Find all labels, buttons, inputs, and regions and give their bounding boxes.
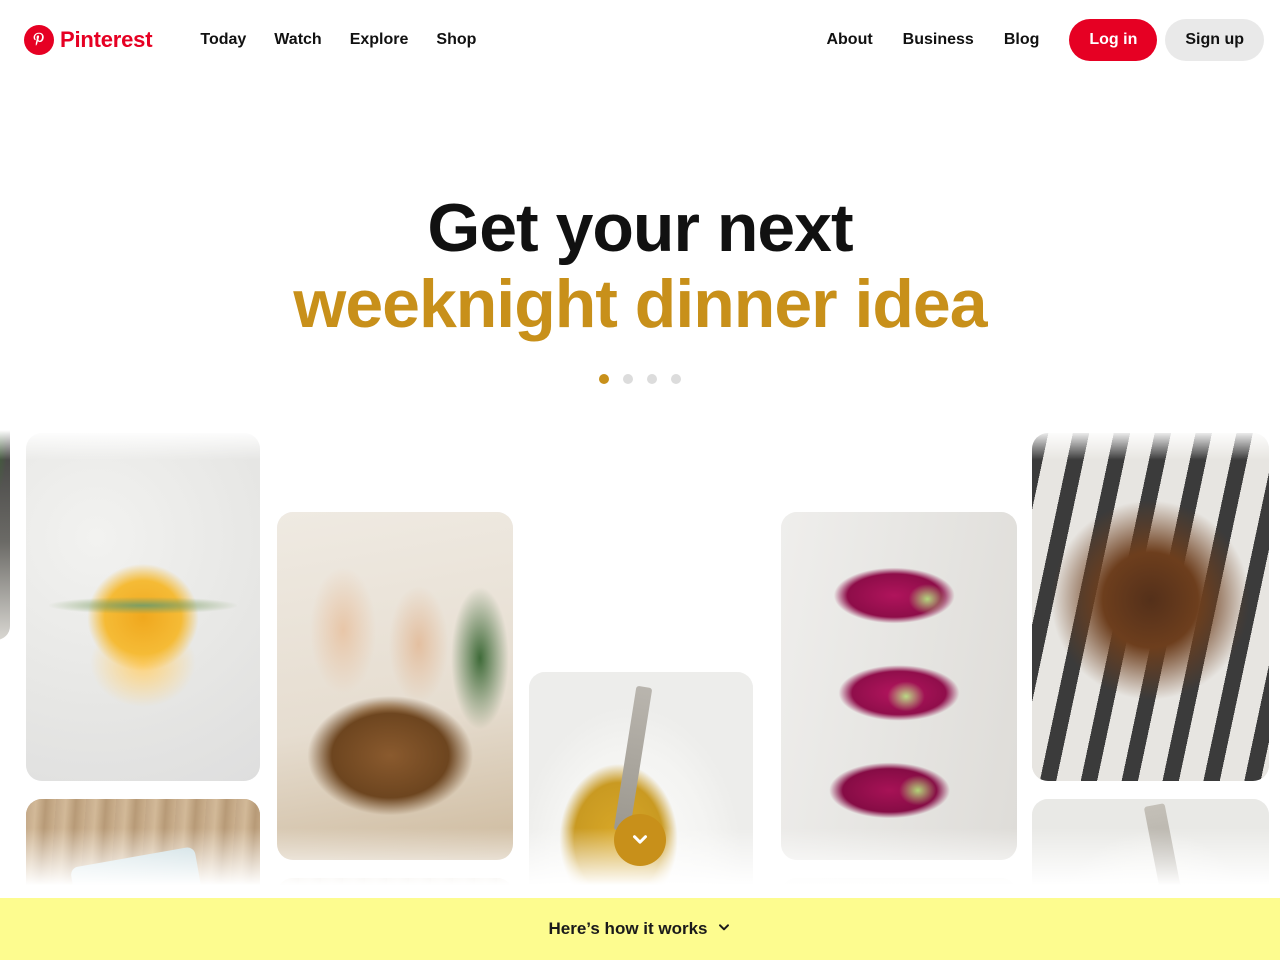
login-button[interactable]: Log in [1069, 19, 1158, 61]
grid-column-4 [781, 512, 1017, 905]
pin-image [26, 433, 260, 781]
nav-item-about[interactable]: About [812, 23, 886, 57]
carousel-dot-4[interactable] [671, 374, 681, 385]
nav-item-today[interactable]: Today [186, 23, 260, 57]
image-masonry-grid [0, 0, 1280, 905]
pin-image [781, 512, 1017, 860]
pinterest-home-link[interactable]: Pinterest [24, 25, 153, 55]
grid-column-edge-left [0, 290, 10, 640]
how-it-works-label: Here’s how it works [548, 919, 708, 938]
pin-card[interactable] [529, 672, 753, 905]
pinterest-wordmark: Pinterest [60, 27, 153, 52]
how-it-works-bar[interactable]: Here’s how it works [0, 898, 1280, 960]
chevron-down-icon [716, 919, 732, 940]
pin-image [277, 512, 513, 860]
grid-column-5 [1032, 433, 1269, 905]
pin-image [26, 799, 260, 905]
pin-card[interactable] [277, 512, 513, 860]
pin-image [1032, 799, 1269, 905]
signup-button[interactable]: Sign up [1165, 19, 1264, 61]
pin-card[interactable] [781, 512, 1017, 860]
nav-item-business[interactable]: Business [889, 23, 988, 57]
carousel-dots [0, 374, 1280, 385]
pin-image [0, 290, 10, 640]
nav-item-watch[interactable]: Watch [260, 23, 335, 57]
pin-image [1032, 433, 1269, 781]
nav-item-blog[interactable]: Blog [990, 23, 1054, 57]
carousel-dot-3[interactable] [647, 374, 657, 385]
scroll-down-button[interactable] [614, 814, 666, 866]
pin-card[interactable] [0, 290, 10, 640]
pin-card[interactable] [26, 433, 260, 781]
nav-item-explore[interactable]: Explore [336, 23, 423, 57]
pin-image [529, 672, 753, 905]
pinterest-landing-page: Pinterest Today Watch Explore Shop About… [0, 0, 1280, 960]
secondary-navigation: About Business Blog Log in Sign up [812, 19, 1264, 61]
chevron-down-icon [629, 828, 651, 853]
pin-card[interactable] [26, 799, 260, 905]
grid-column-1 [26, 433, 260, 905]
grid-column-2 [277, 512, 513, 905]
grid-column-3 [529, 672, 753, 905]
nav-item-shop[interactable]: Shop [422, 23, 490, 57]
pinterest-logo-icon [24, 25, 54, 55]
top-navigation-bar: Pinterest Today Watch Explore Shop About… [0, 0, 1280, 80]
carousel-dot-1[interactable] [599, 374, 609, 385]
carousel-dot-2[interactable] [623, 374, 633, 385]
pin-card[interactable] [1032, 799, 1269, 905]
primary-navigation: Pinterest Today Watch Explore Shop [24, 23, 490, 57]
pin-card[interactable] [1032, 433, 1269, 781]
